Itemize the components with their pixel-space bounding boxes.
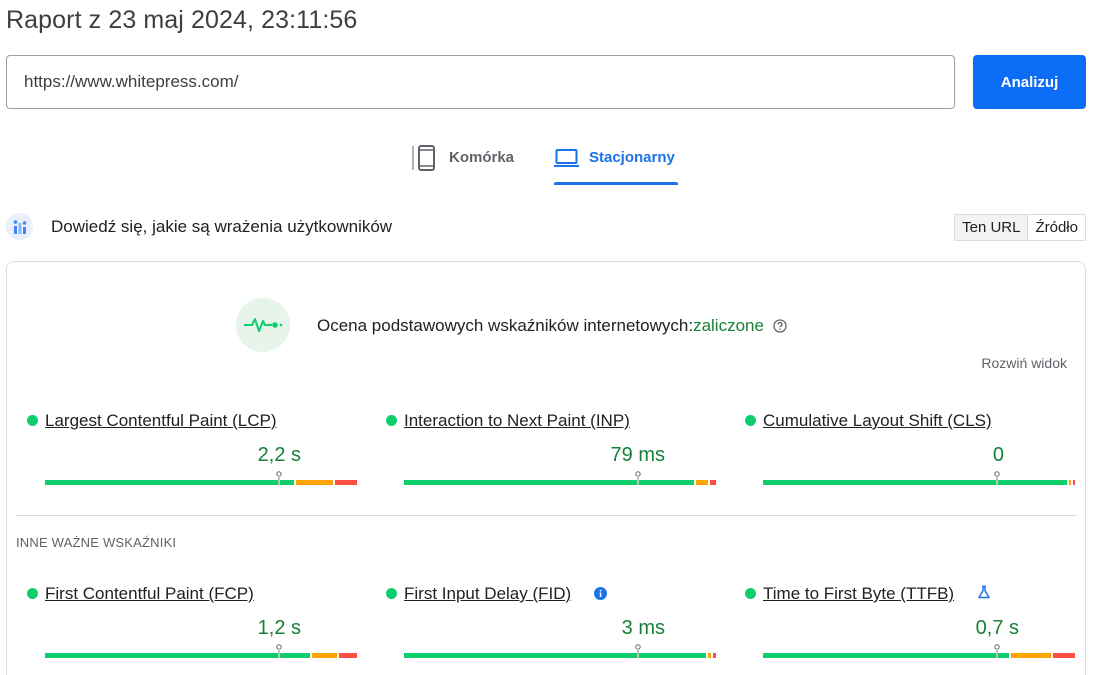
- metric-fid: First Input Delay (FID) 3 ms: [386, 584, 716, 658]
- url-input[interactable]: [6, 55, 955, 109]
- metric-lcp: Largest Contentful Paint (LCP) 2,2 s: [27, 411, 357, 485]
- expand-view-link[interactable]: Rozwiń widok: [981, 355, 1067, 371]
- distribution-bar: [404, 644, 716, 658]
- metric-name[interactable]: Largest Contentful Paint (LCP): [45, 411, 277, 431]
- tab-desktop[interactable]: Stacjonarny: [554, 140, 678, 186]
- bar-segment-poor: [335, 480, 357, 485]
- tab-desktop-label: Stacjonarny: [589, 149, 675, 166]
- section-header: Dowiedź się, jakie są wrażenia użytkowni…: [6, 213, 1086, 243]
- tab-mobile-label: Komórka: [449, 149, 515, 166]
- metric-name[interactable]: Interaction to Next Paint (INP): [404, 411, 630, 431]
- bar-segment-needs-improvement: [296, 480, 333, 485]
- bar-segment-poor: [339, 653, 357, 658]
- laptop-icon: [554, 149, 579, 167]
- lab-flask-icon: [978, 585, 990, 599]
- section-title: Dowiedź się, jakie są wrażenia użytkowni…: [51, 217, 393, 236]
- bar-segment-needs-improvement: [708, 653, 711, 658]
- toggle-this-url[interactable]: Ten URL: [955, 215, 1029, 240]
- pulse-icon: [236, 298, 290, 352]
- bar-segment-poor: [710, 480, 716, 485]
- smartphone-icon: [412, 145, 435, 171]
- bar-segment-poor: [713, 653, 716, 658]
- bar-segment-poor: [1073, 480, 1075, 485]
- section-divider: [16, 515, 1077, 516]
- status-dot: [27, 588, 38, 599]
- percentile-marker: [276, 644, 282, 658]
- status-dot: [386, 588, 397, 599]
- metric-inp: Interaction to Next Paint (INP) 79 ms: [386, 411, 716, 485]
- bar-segment-poor: [1053, 653, 1075, 658]
- cwv-assessment: Ocena podstawowych wskaźników internetow…: [317, 316, 787, 336]
- percentile-marker: [994, 471, 1000, 485]
- distribution-bar: [404, 471, 716, 485]
- active-tab-indicator: [554, 182, 678, 185]
- status-dot: [27, 415, 38, 426]
- metric-value: 2,2 s: [257, 444, 301, 466]
- percentile-marker: [276, 471, 282, 485]
- users-experience-icon: [6, 213, 33, 240]
- metric-fcp: First Contentful Paint (FCP) 1,2 s: [27, 584, 357, 658]
- metric-name[interactable]: Cumulative Layout Shift (CLS): [763, 411, 992, 431]
- percentile-marker: [635, 644, 641, 658]
- bar-segment-good: [404, 480, 694, 485]
- url-origin-toggle: Ten URL Źródło: [954, 214, 1086, 241]
- report-title: Raport z 23 maj 2024, 23:11:56: [6, 6, 358, 34]
- percentile-marker: [635, 471, 641, 485]
- metric-cls: Cumulative Layout Shift (CLS) 0: [745, 411, 1075, 485]
- metric-name[interactable]: First Input Delay (FID): [404, 584, 571, 604]
- distribution-bar: [45, 471, 357, 485]
- percentile-marker: [994, 644, 1000, 658]
- metric-value: 3 ms: [621, 617, 665, 639]
- analyze-button[interactable]: Analizuj: [973, 55, 1086, 109]
- distribution-bar: [763, 471, 1075, 485]
- metric-ttfb: Time to First Byte (TTFB) 0,7 s: [745, 584, 1075, 658]
- bar-segment-good: [763, 653, 1009, 658]
- distribution-bar: [763, 644, 1075, 658]
- assessment-status: zaliczone: [693, 316, 764, 335]
- bar-segment-good: [404, 653, 706, 658]
- bar-segment-good: [45, 480, 294, 485]
- toggle-origin[interactable]: Źródło: [1028, 215, 1085, 240]
- distribution-bar: [45, 644, 357, 658]
- bar-segment-good: [45, 653, 310, 658]
- bar-segment-good: [763, 480, 1067, 485]
- metric-value: 79 ms: [610, 444, 665, 466]
- other-metrics-heading: INNE WAŻNE WSKAŹNIKI: [16, 535, 177, 550]
- status-dot: [745, 588, 756, 599]
- bar-segment-needs-improvement: [1069, 480, 1071, 485]
- metric-name[interactable]: First Contentful Paint (FCP): [45, 584, 254, 604]
- cwv-card: Ocena podstawowych wskaźników internetow…: [6, 261, 1086, 675]
- metric-value: 0,7 s: [975, 617, 1019, 639]
- status-dot: [386, 415, 397, 426]
- help-icon[interactable]: [773, 319, 787, 333]
- bar-segment-needs-improvement: [696, 480, 708, 485]
- metric-name[interactable]: Time to First Byte (TTFB): [763, 584, 954, 604]
- tab-mobile[interactable]: Komórka: [412, 140, 514, 186]
- metric-value: 1,2 s: [257, 617, 301, 639]
- assessment-label: Ocena podstawowych wskaźników internetow…: [317, 316, 694, 335]
- status-dot: [745, 415, 756, 426]
- info-icon[interactable]: [594, 587, 607, 600]
- bar-segment-needs-improvement: [312, 653, 337, 658]
- bar-segment-needs-improvement: [1011, 653, 1051, 658]
- metric-value: 0: [992, 444, 1004, 466]
